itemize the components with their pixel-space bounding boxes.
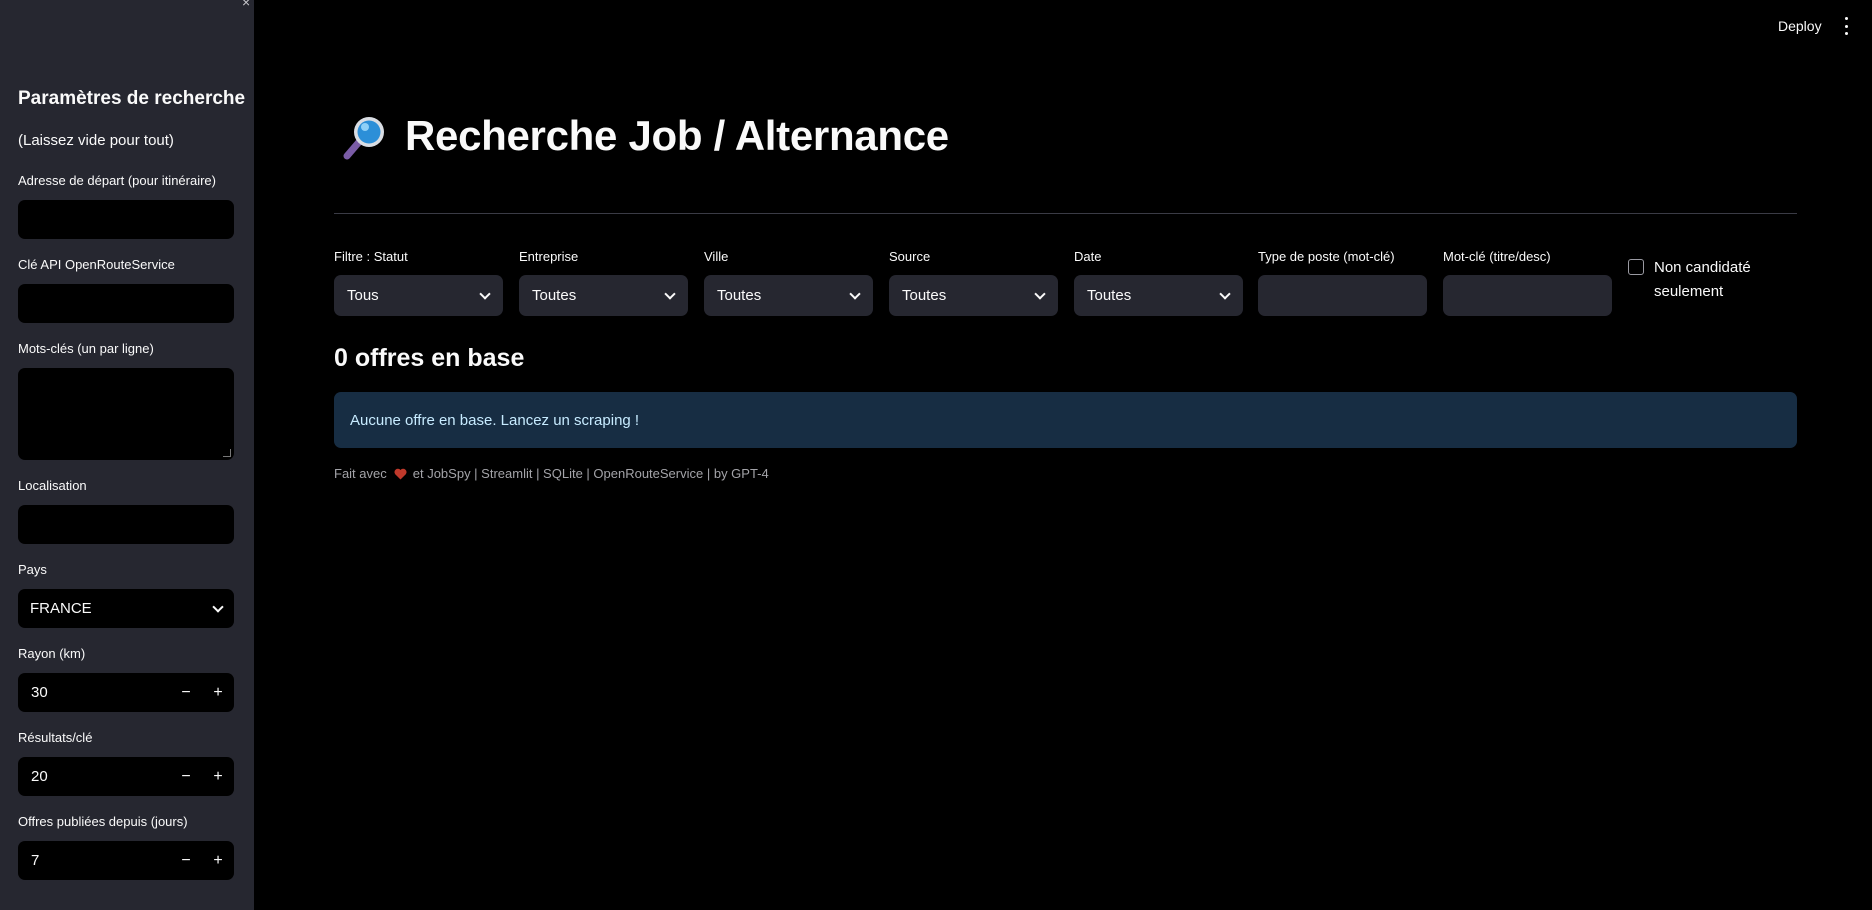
filter-date: Date Toutes — [1074, 249, 1243, 316]
filter-status-value: Tous — [347, 287, 379, 304]
filter-company-label: Entreprise — [519, 249, 579, 264]
page-title: Recherche Job / Alternance — [341, 112, 949, 160]
days-decrement-button[interactable]: − — [170, 841, 202, 880]
page-title-text: Recherche Job / Alternance — [405, 112, 949, 159]
sidebar-subtitle: (Laissez vide pour tout) — [18, 132, 174, 149]
filter-status: Filtre : Statut Tous — [334, 249, 503, 316]
filter-source-select[interactable]: Toutes — [889, 275, 1058, 316]
days-stepper[interactable]: 7 − + — [18, 841, 234, 880]
radius-stepper[interactable]: 30 − + — [18, 673, 234, 712]
more-vertical-icon[interactable] — [1843, 17, 1849, 35]
resize-grip-icon[interactable] — [223, 449, 231, 457]
filter-company-select[interactable]: Toutes — [519, 275, 688, 316]
info-alert: Aucune offre en base. Lancez un scraping… — [334, 392, 1797, 448]
chevron-down-icon — [212, 600, 224, 613]
country-select[interactable]: FRANCE — [18, 589, 234, 628]
filter-keyword-input[interactable] — [1443, 275, 1612, 316]
api-key-input[interactable] — [18, 284, 234, 323]
not-applied-label[interactable]: Non candidaté seulement — [1654, 256, 1774, 304]
chevron-down-icon — [1034, 287, 1046, 300]
info-alert-text: Aucune offre en base. Lancez un scraping… — [350, 411, 640, 429]
magnifier-icon — [341, 112, 389, 160]
filter-job-type-input[interactable] — [1258, 275, 1427, 316]
location-input[interactable] — [18, 505, 234, 544]
filter-date-select[interactable]: Toutes — [1074, 275, 1243, 316]
days-label: Offres publiées depuis (jours) — [18, 814, 188, 829]
results-increment-button[interactable]: + — [202, 757, 234, 796]
chevron-down-icon — [479, 287, 491, 300]
not-applied-checkbox[interactable] — [1628, 259, 1644, 275]
divider — [334, 213, 1797, 214]
chevron-down-icon — [1219, 287, 1231, 300]
filter-company: Entreprise Toutes — [519, 249, 688, 316]
not-applied-checkbox-row[interactable]: Non candidaté seulement — [1628, 256, 1774, 304]
sidebar: × Paramètres de recherche (Laissez vide … — [0, 0, 254, 910]
filter-job-type: Type de poste (mot-clé) — [1258, 249, 1427, 316]
api-key-label: Clé API OpenRouteService — [18, 257, 175, 272]
filter-status-label: Filtre : Statut — [334, 249, 408, 264]
radius-increment-button[interactable]: + — [202, 673, 234, 712]
filter-city-label: Ville — [704, 249, 729, 264]
filter-city-value: Toutes — [717, 287, 762, 304]
filter-status-select[interactable]: Tous — [334, 275, 503, 316]
radius-decrement-button[interactable]: − — [170, 673, 202, 712]
country-value: FRANCE — [30, 600, 92, 617]
days-value[interactable]: 7 — [18, 852, 170, 869]
filter-keyword-label: Mot-clé (titre/desc) — [1443, 249, 1551, 264]
days-increment-button[interactable]: + — [202, 841, 234, 880]
radius-label: Rayon (km) — [18, 646, 86, 661]
address-input[interactable] — [18, 200, 234, 239]
results-decrement-button[interactable]: − — [170, 757, 202, 796]
results-stepper[interactable]: 20 − + — [18, 757, 234, 796]
chevron-down-icon — [849, 287, 861, 300]
keywords-textarea[interactable] — [18, 368, 234, 460]
results-label: Résultats/clé — [18, 730, 93, 745]
footer: Fait avec et JobSpy | Streamlit | SQLite… — [334, 466, 769, 481]
footer-text-after: et JobSpy | Streamlit | SQLite | OpenRou… — [412, 466, 769, 481]
address-label: Adresse de départ (pour itinéraire) — [18, 173, 216, 188]
filter-city-select[interactable]: Toutes — [704, 275, 873, 316]
footer-text-before: Fait avec — [334, 466, 387, 481]
filter-keyword: Mot-clé (titre/desc) — [1443, 249, 1612, 316]
offers-count: 0 offres en base — [334, 344, 525, 372]
filter-source: Source Toutes — [889, 249, 1058, 316]
country-label: Pays — [18, 562, 47, 577]
filter-date-label: Date — [1074, 249, 1102, 264]
radius-value[interactable]: 30 — [18, 684, 170, 701]
deploy-button[interactable]: Deploy — [1778, 18, 1822, 34]
filter-date-value: Toutes — [1087, 287, 1132, 304]
sidebar-title: Paramètres de recherche — [18, 88, 246, 109]
heart-icon — [394, 468, 407, 480]
filter-company-value: Toutes — [532, 287, 577, 304]
filter-job-type-label: Type de poste (mot-clé) — [1258, 249, 1395, 264]
keywords-label: Mots-clés (un par ligne) — [18, 341, 154, 356]
close-sidebar-icon[interactable]: × — [242, 0, 250, 10]
chevron-down-icon — [664, 287, 676, 300]
filter-city: Ville Toutes — [704, 249, 873, 316]
filter-source-value: Toutes — [902, 287, 947, 304]
filter-source-label: Source — [889, 249, 931, 264]
results-value[interactable]: 20 — [18, 768, 170, 785]
location-label: Localisation — [18, 478, 87, 493]
